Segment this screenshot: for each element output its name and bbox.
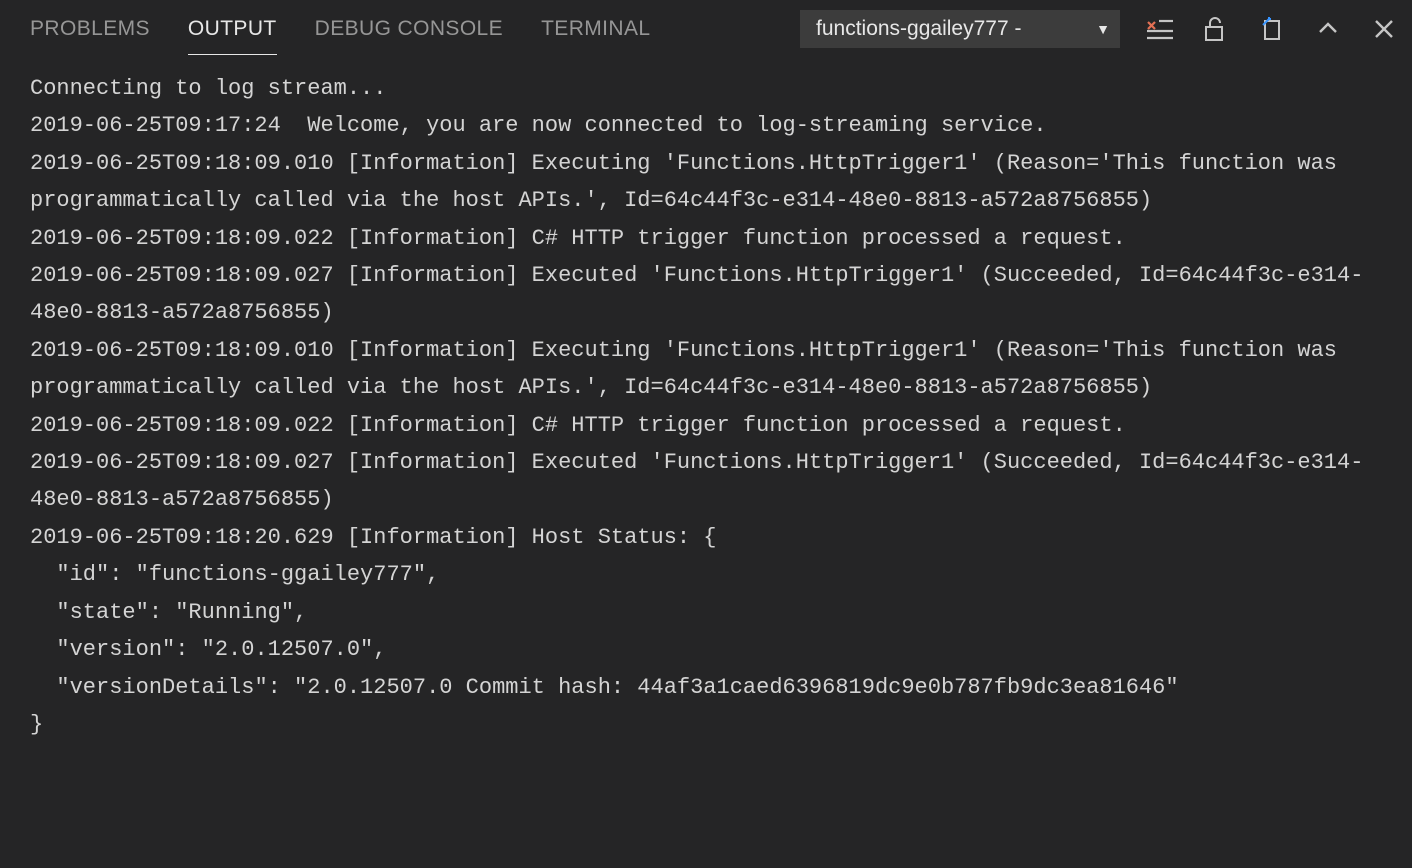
panel-actions (1146, 15, 1398, 43)
clear-output-icon[interactable] (1146, 15, 1174, 43)
tab-debug-console[interactable]: DEBUG CONSOLE (315, 9, 503, 49)
output-content[interactable]: Connecting to log stream... 2019-06-25T0… (0, 58, 1412, 868)
bottom-panel: PROBLEMS OUTPUT DEBUG CONSOLE TERMINAL f… (0, 0, 1412, 868)
close-panel-icon[interactable] (1370, 15, 1398, 43)
panel-tabs: PROBLEMS OUTPUT DEBUG CONSOLE TERMINAL (30, 9, 650, 49)
panel-tabbar: PROBLEMS OUTPUT DEBUG CONSOLE TERMINAL f… (0, 0, 1412, 58)
lock-open-icon[interactable] (1202, 15, 1230, 43)
tab-terminal[interactable]: TERMINAL (541, 9, 650, 49)
open-log-file-icon[interactable] (1258, 15, 1286, 43)
output-channel-dropdown[interactable]: functions-ggailey777 - ▼ (800, 10, 1120, 48)
chevron-down-icon: ▼ (1096, 21, 1110, 37)
collapse-panel-icon[interactable] (1314, 15, 1342, 43)
tab-output[interactable]: OUTPUT (188, 9, 277, 49)
tab-problems[interactable]: PROBLEMS (30, 9, 150, 49)
dropdown-selected-label: functions-ggailey777 - (816, 17, 1021, 41)
